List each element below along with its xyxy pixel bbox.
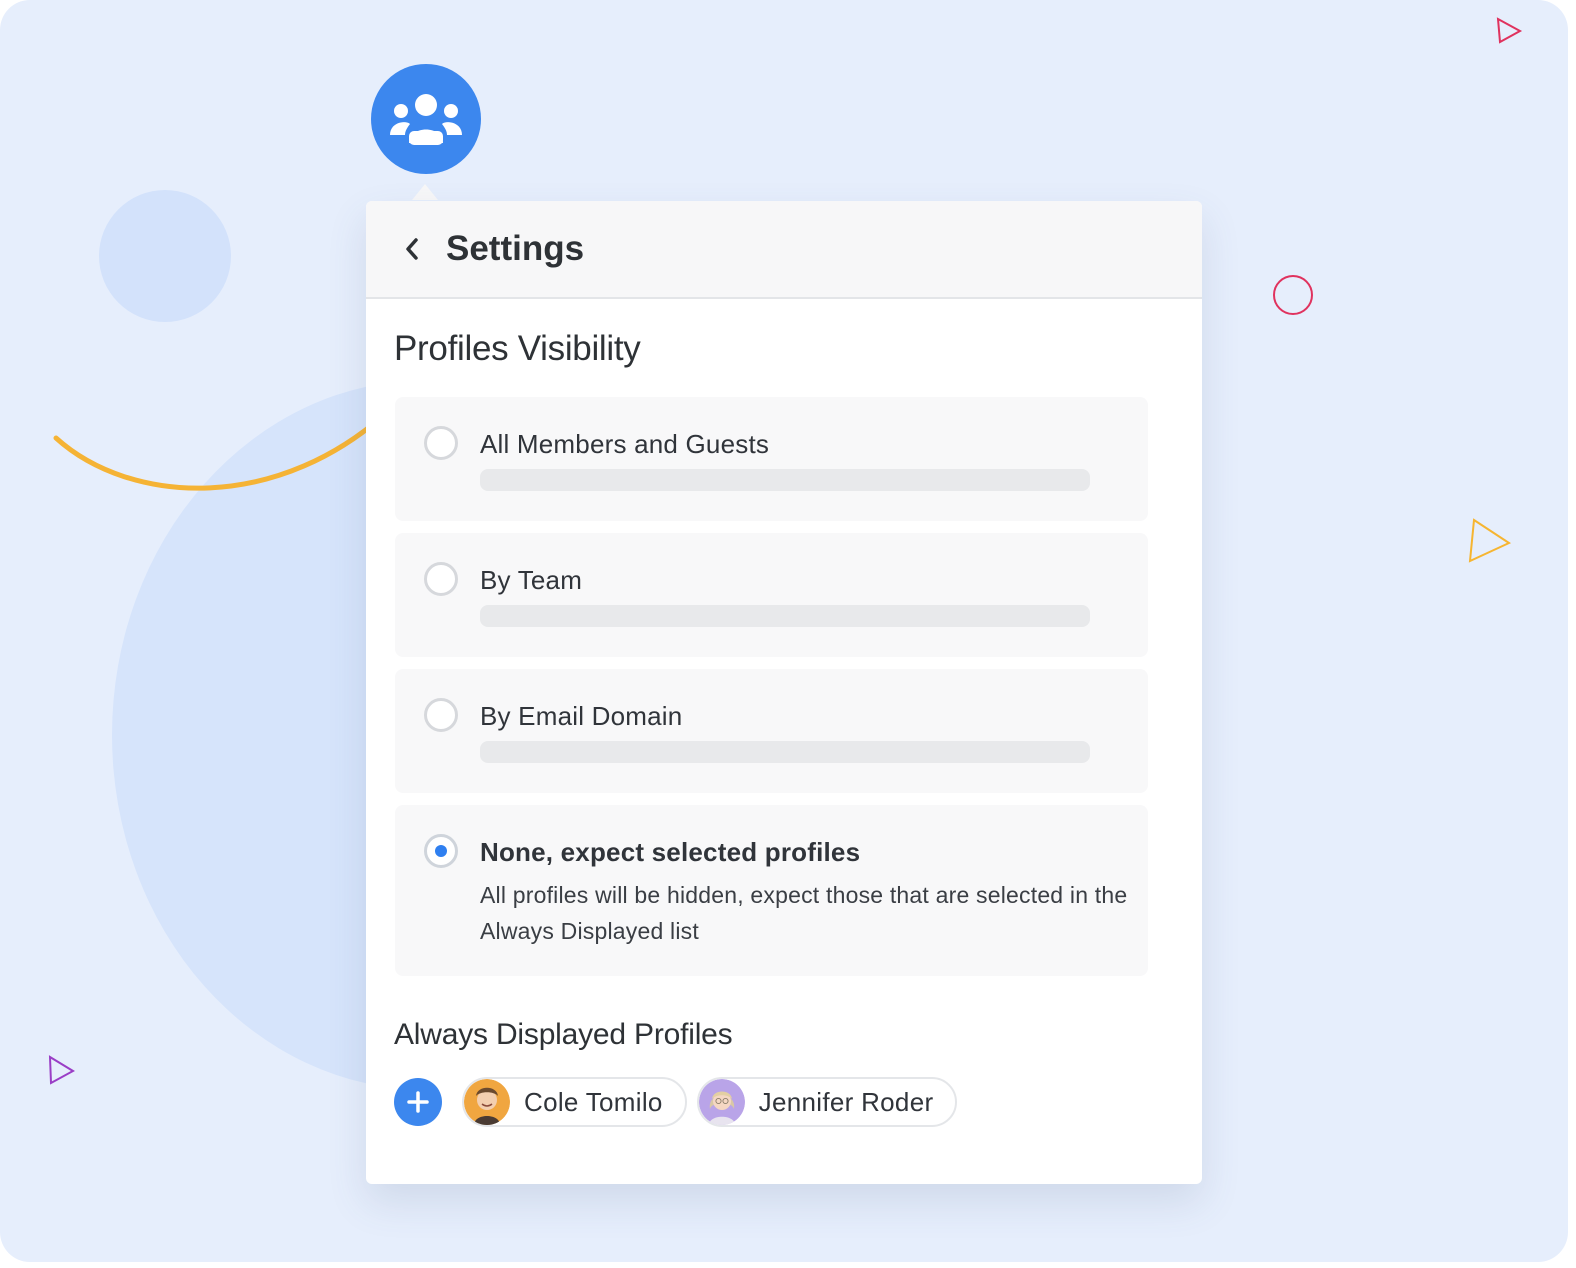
users-group-icon xyxy=(390,94,462,145)
users-group-badge xyxy=(371,64,481,174)
placeholder-bar xyxy=(480,605,1090,627)
placeholder-bar xyxy=(480,741,1090,763)
option-label: None, expect selected profiles xyxy=(480,837,861,867)
option-by-email-domain[interactable]: By Email Domain xyxy=(395,669,1148,793)
canvas-background: Settings Profiles Visibility All Members… xyxy=(0,0,1568,1262)
avatar xyxy=(698,1079,745,1125)
option-label: By Team xyxy=(480,565,583,595)
back-button[interactable] xyxy=(392,229,432,269)
visibility-options: All Members and Guests By Team By Email … xyxy=(395,397,1148,988)
profile-chip[interactable]: Jennifer Roder xyxy=(696,1077,958,1127)
avatar xyxy=(464,1079,510,1125)
page-title: Settings xyxy=(446,229,585,268)
triangle-purple-icon xyxy=(48,1055,76,1085)
radio-button[interactable] xyxy=(424,562,458,596)
profile-chip[interactable]: Cole Tomilo xyxy=(462,1077,687,1127)
option-all-members-and-guests[interactable]: All Members and Guests xyxy=(395,397,1148,521)
triangle-orange-icon xyxy=(1468,518,1512,563)
option-label: By Email Domain xyxy=(480,701,683,731)
option-description: All profiles will be hidden, expect thos… xyxy=(480,882,1128,944)
radio-button[interactable] xyxy=(424,426,458,460)
profile-name: Cole Tomilo xyxy=(524,1086,663,1117)
card-pointer xyxy=(412,184,438,200)
add-profile-button[interactable] xyxy=(394,1078,442,1126)
option-by-team[interactable]: By Team xyxy=(395,533,1148,657)
chevron-left-icon xyxy=(406,238,418,260)
profiles-visibility-title: Profiles Visibility xyxy=(394,329,641,368)
avatar-jennifer-roder xyxy=(698,1079,745,1125)
profile-chips: Cole Tomilo Jennifer Roder xyxy=(394,1077,967,1127)
background-circle-small xyxy=(99,190,231,322)
curved-arrow-icon xyxy=(53,380,414,491)
avatar-cole-tomilo xyxy=(464,1079,510,1125)
card-header: Settings xyxy=(366,201,1202,299)
always-displayed-title: Always Displayed Profiles xyxy=(394,1018,733,1051)
radio-button-selected[interactable] xyxy=(424,834,458,868)
option-label: All Members and Guests xyxy=(480,429,770,459)
radio-button[interactable] xyxy=(424,698,458,732)
ring-red-icon xyxy=(1273,275,1313,315)
plus-icon xyxy=(407,1091,429,1113)
settings-card: Settings Profiles Visibility All Members… xyxy=(366,201,1202,1184)
profile-name: Jennifer Roder xyxy=(758,1086,934,1117)
placeholder-bar xyxy=(480,469,1090,491)
triangle-red-icon xyxy=(1496,17,1523,44)
option-none-except-selected[interactable]: None, expect selected profiles All profi… xyxy=(395,805,1148,976)
